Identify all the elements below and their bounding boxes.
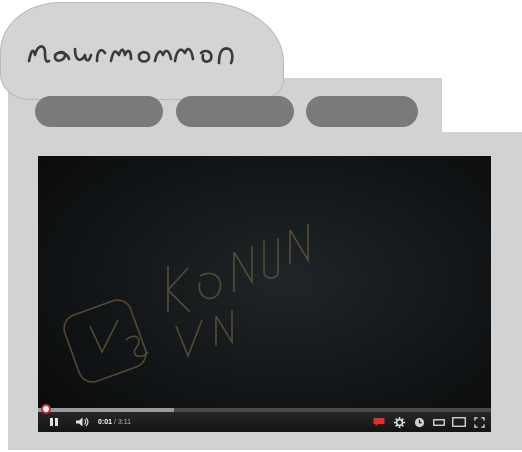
large-player-icon: [452, 417, 466, 427]
clock-icon: [414, 417, 424, 427]
controls-left: 0:01 / 3:11: [44, 414, 131, 430]
volume-icon: [76, 417, 89, 427]
current-time: 0:01: [98, 418, 113, 426]
gear-icon: [393, 416, 405, 428]
volume-button[interactable]: [72, 414, 92, 430]
logo-badge: [0, 2, 284, 100]
progress-fill: [38, 408, 174, 412]
progress-bar[interactable]: [38, 404, 491, 414]
pause-button[interactable]: [44, 414, 64, 430]
video-player[interactable]: 0:01 / 3:11: [38, 156, 491, 432]
small-player-icon: [433, 418, 445, 426]
captions-icon: [373, 418, 385, 427]
window-frame: 0:01 / 3:11: [0, 0, 522, 452]
time-separator: /: [113, 418, 116, 426]
pause-icon: [50, 418, 58, 426]
video-watermark-logo: [63, 224, 309, 383]
duration: 3:11: [117, 418, 131, 426]
player-controls: 0:01 / 3:11: [38, 404, 491, 432]
small-player-button[interactable]: [429, 414, 449, 430]
settings-button[interactable]: [389, 414, 409, 430]
time-display: 0:01 / 3:11: [98, 419, 131, 426]
tab-1[interactable]: [35, 96, 163, 127]
fullscreen-button[interactable]: [469, 414, 489, 430]
progress-scrubber[interactable]: [41, 404, 51, 414]
fullscreen-icon: [473, 416, 485, 428]
watch-later-button[interactable]: [409, 414, 429, 430]
tab-2[interactable]: [176, 96, 294, 127]
large-player-button[interactable]: [449, 414, 469, 430]
logo-icon: [27, 45, 234, 65]
controls-right: [369, 414, 489, 430]
tab-3[interactable]: [306, 96, 418, 127]
captions-button[interactable]: [369, 414, 389, 430]
